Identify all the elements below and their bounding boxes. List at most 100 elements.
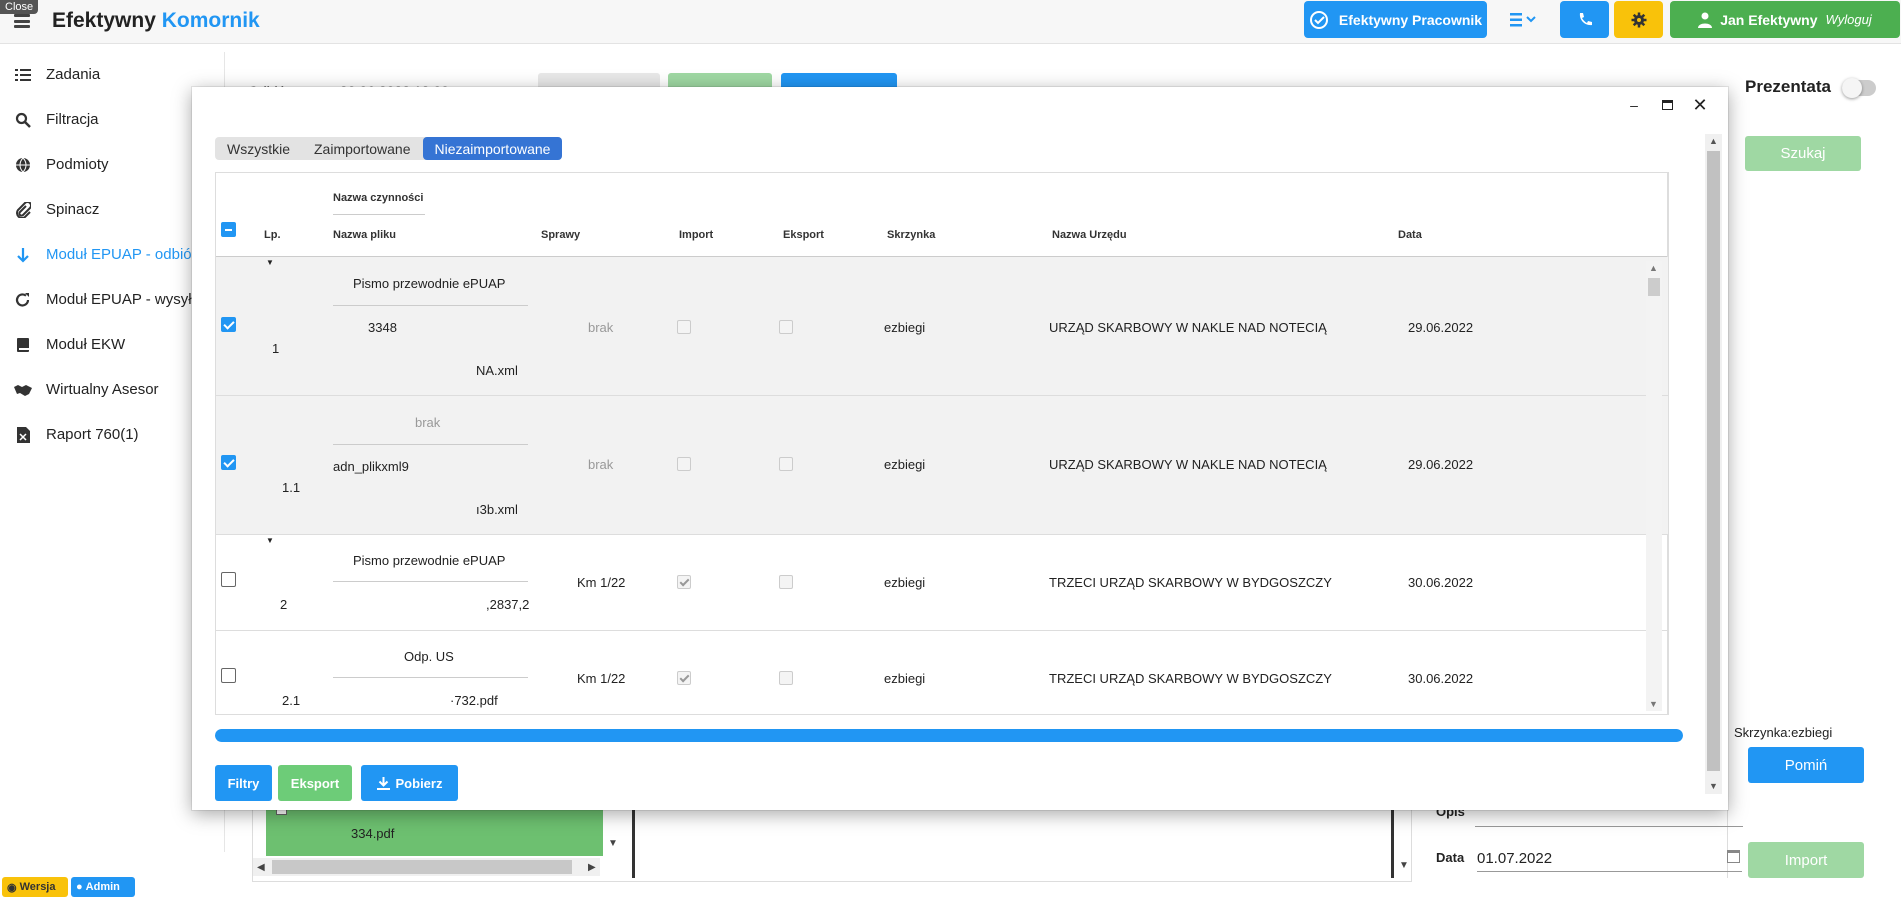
header-skrzynka[interactable]: Skrzynka bbox=[887, 229, 935, 241]
handshake-icon bbox=[0, 383, 46, 397]
cell-divider bbox=[333, 581, 528, 582]
hamburger-menu-icon[interactable] bbox=[14, 14, 30, 28]
header-data[interactable]: Data bbox=[1398, 229, 1422, 241]
cell-data: 29.06.2022 bbox=[1408, 457, 1474, 472]
select-all-checkbox[interactable] bbox=[221, 222, 236, 237]
redo-icon bbox=[0, 292, 46, 308]
cell-plik: ·732.pdf bbox=[450, 693, 498, 708]
cell-divider bbox=[333, 677, 528, 678]
bg-scroll-thumb[interactable] bbox=[272, 860, 572, 874]
cell-divider bbox=[333, 444, 528, 445]
expand-arrow-icon[interactable]: ▼ bbox=[266, 258, 274, 267]
cell-lp: 1 bbox=[272, 341, 280, 356]
data-field[interactable]: 01.07.2022 bbox=[1477, 846, 1742, 872]
excel-file-icon bbox=[0, 426, 46, 443]
divider bbox=[1391, 808, 1394, 878]
paperclip-icon bbox=[0, 201, 46, 218]
maximize-icon[interactable] bbox=[1657, 95, 1677, 115]
header-import[interactable]: Import bbox=[679, 229, 713, 241]
gear-icon bbox=[1631, 12, 1646, 27]
import-button[interactable]: Import bbox=[1748, 842, 1864, 878]
expand-arrow-icon[interactable]: ▼ bbox=[266, 536, 274, 545]
header-nazwa-czynnosci[interactable]: Nazwa czynności bbox=[333, 192, 423, 204]
scroll-up-icon[interactable]: ▲ bbox=[1709, 136, 1718, 146]
scroll-left-icon[interactable]: ◀ bbox=[257, 862, 265, 873]
cell-lp: 1.1 bbox=[282, 480, 301, 495]
filtry-button[interactable]: Filtry bbox=[215, 765, 272, 801]
cell-urzad: TRZECI URZĄD SKARBOWY W BYDGOSZCZY bbox=[1049, 671, 1332, 686]
modal-vertical-scrollbar[interactable]: ▲ ▼ bbox=[1705, 134, 1722, 794]
tab-zaimportowane[interactable]: Zaimportowane bbox=[302, 137, 423, 160]
header-sprawy[interactable]: Sprawy bbox=[541, 229, 580, 241]
row-checkbox[interactable] bbox=[221, 668, 236, 683]
scroll-down-icon[interactable]: ▼ bbox=[1649, 699, 1658, 709]
bg-file-name: 334.pdf bbox=[351, 826, 395, 841]
cell-plik-ext: NA.xml bbox=[476, 363, 518, 378]
szukaj-button[interactable]: Szukaj bbox=[1745, 136, 1861, 171]
prezentata-label: Prezentata bbox=[1745, 77, 1831, 96]
pobierz-button[interactable]: Pobierz bbox=[361, 765, 458, 801]
header-eksport[interactable]: Eksport bbox=[783, 229, 824, 241]
scroll-thumb[interactable] bbox=[1648, 278, 1660, 296]
phone-button[interactable] bbox=[1560, 1, 1609, 38]
scroll-down-icon[interactable]: ▼ bbox=[1709, 781, 1718, 791]
cell-lp: 2.1 bbox=[282, 693, 301, 708]
menu-dropdown-button[interactable] bbox=[1500, 1, 1545, 38]
cell-czynnosc: Pismo przewodnie ePUAP bbox=[353, 276, 506, 291]
user-name: Jan Efektywny bbox=[1720, 11, 1818, 28]
admin-badge[interactable]: ● Admin bbox=[71, 877, 135, 897]
opis-field[interactable] bbox=[1475, 826, 1743, 827]
sidebar-item-label: Moduł EKW bbox=[46, 336, 126, 353]
eksport-button[interactable]: Eksport bbox=[278, 765, 352, 801]
header-nazwa-pliku[interactable]: Nazwa pliku bbox=[333, 229, 396, 241]
data-value: 01.07.2022 bbox=[1477, 850, 1553, 867]
sidebar-item-label: Moduł EPUAP - wysyłka bbox=[46, 291, 208, 308]
table-row[interactable]: 2.1 Odp. US ·732.pdf Km 1/22 ezbiegi TRZ… bbox=[216, 631, 1668, 714]
table-row[interactable]: ▼ 2 Pismo przewodnie ePUAP ,2837,2 Km 1/… bbox=[216, 535, 1668, 631]
eksport-checkbox bbox=[779, 575, 793, 589]
cell-skrzynka: ezbiegi bbox=[884, 320, 926, 335]
table-row[interactable]: 1.1 brak adn_plikxml9 ı3b.xml brak ezbie… bbox=[216, 396, 1668, 535]
bg-selected-row[interactable] bbox=[266, 808, 603, 856]
table-row[interactable]: ▼ 1 Pismo przewodnie ePUAP 3348 NA.xml b… bbox=[216, 257, 1668, 396]
user-icon bbox=[1698, 12, 1713, 28]
close-icon[interactable]: ✕ bbox=[1690, 95, 1710, 115]
pracownik-label: Efektywny Pracownik bbox=[1338, 11, 1483, 28]
scroll-up-icon[interactable]: ▲ bbox=[1649, 263, 1658, 273]
logout-link[interactable]: Wyloguj bbox=[1826, 12, 1872, 27]
calendar-icon[interactable] bbox=[1727, 850, 1740, 863]
close-tag[interactable]: Close bbox=[0, 0, 39, 14]
grid-vertical-scrollbar[interactable]: ▲ ▼ bbox=[1646, 261, 1662, 711]
wersja-label: Wersja bbox=[19, 881, 56, 893]
minimize-icon[interactable]: – bbox=[1624, 95, 1644, 115]
tab-wszystkie[interactable]: Wszystkie bbox=[215, 137, 302, 160]
cell-sprawy: brak bbox=[588, 320, 614, 335]
data-label: Data bbox=[1436, 850, 1465, 865]
app-brand: Efektywny Komornik bbox=[52, 9, 260, 33]
efektywny-pracownik-button[interactable]: Efektywny Pracownik bbox=[1304, 1, 1487, 38]
grid-header: Lp. Nazwa czynności Nazwa pliku Sprawy I… bbox=[216, 173, 1668, 257]
scroll-down-icon[interactable]: ▼ bbox=[608, 838, 618, 849]
documents-grid: Lp. Nazwa czynności Nazwa pliku Sprawy I… bbox=[215, 172, 1669, 715]
row-checkbox[interactable] bbox=[221, 317, 236, 332]
book-icon bbox=[0, 337, 46, 353]
import-checkbox bbox=[677, 575, 691, 589]
tab-niezaimportowane[interactable]: Niezaimportowane bbox=[422, 137, 563, 160]
cell-czynnosc: brak bbox=[415, 415, 441, 430]
header-nazwa-urzedu[interactable]: Nazwa Urzędu bbox=[1052, 229, 1127, 241]
pomin-button[interactable]: Pomiń bbox=[1748, 747, 1864, 783]
prezentata-toggle[interactable] bbox=[1842, 78, 1876, 98]
cell-urzad: TRZECI URZĄD SKARBOWY W BYDGOSZCZY bbox=[1049, 575, 1332, 590]
cell-data: 30.06.2022 bbox=[1408, 575, 1474, 590]
row-checkbox[interactable] bbox=[221, 455, 236, 470]
header-lp[interactable]: Lp. bbox=[264, 229, 281, 241]
row-checkbox[interactable] bbox=[221, 572, 236, 587]
settings-button[interactable] bbox=[1614, 1, 1663, 38]
wersja-badge[interactable]: ◉ Wersja bbox=[2, 877, 68, 897]
scroll-down-icon[interactable]: ▼ bbox=[1399, 860, 1409, 871]
user-button[interactable]: Jan Efektywny Wyloguj bbox=[1670, 1, 1900, 38]
sidebar-item-label: Filtracja bbox=[46, 111, 99, 128]
scroll-right-icon[interactable]: ▶ bbox=[588, 862, 596, 873]
modal-scroll-thumb[interactable] bbox=[1707, 151, 1720, 771]
top-bar: Close Efektywny Komornik Efektywny Praco… bbox=[0, 0, 1901, 44]
